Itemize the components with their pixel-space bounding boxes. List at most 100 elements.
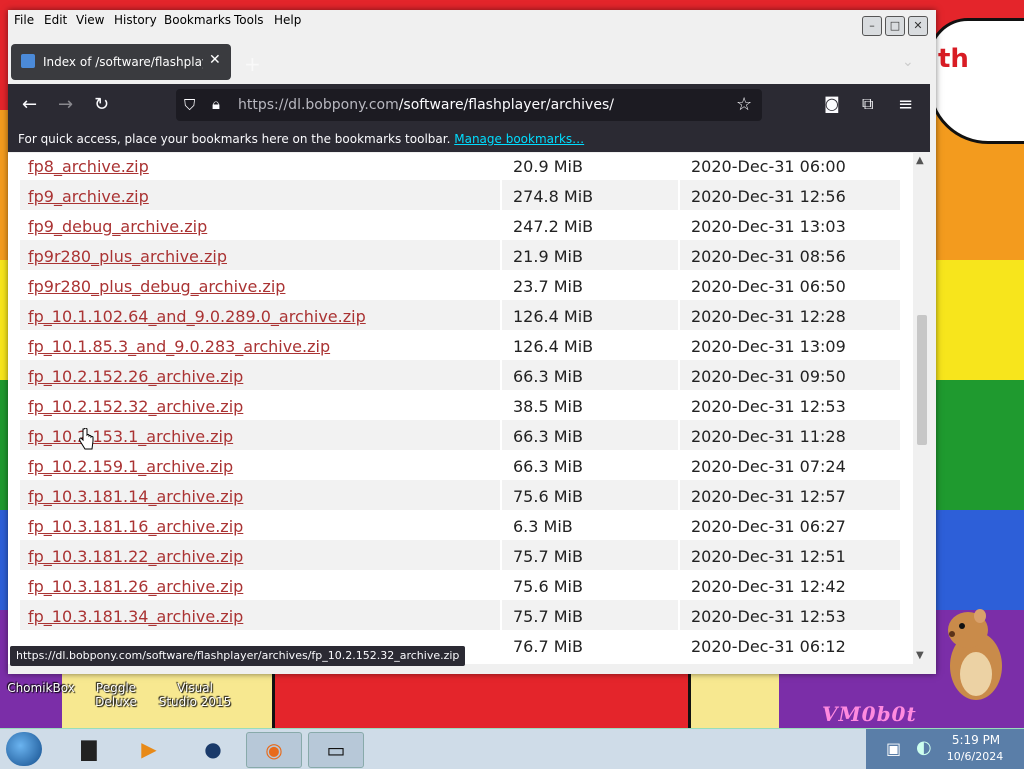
url-text[interactable]: https://dl.bobpony.com/software/flashpla… <box>238 97 614 113</box>
hamburger-menu-icon[interactable]: ≡ <box>898 94 913 115</box>
tray-app-icon[interactable]: ◐ <box>916 737 932 758</box>
url-bar[interactable]: ⛉ 🔒︎ https://dl.bobpony.com/software/fla… <box>176 89 762 121</box>
column-divider <box>678 330 680 360</box>
file-date: 2020-Dec-31 06:12 <box>691 637 846 656</box>
column-divider <box>678 180 680 210</box>
taskbar: ▇ ▶ ● ◉ ▭ ▣ ◐ <box>0 728 1024 769</box>
file-link[interactable]: fp_10.1.85.3_and_9.0.283_archive.zip <box>28 337 330 356</box>
extensions-icon[interactable]: ⧉ <box>862 94 873 114</box>
file-link[interactable]: fp_10.2.152.32_archive.zip <box>28 397 243 416</box>
file-link[interactable]: fp_10.3.181.14_archive.zip <box>28 487 243 506</box>
file-link[interactable]: fp8_archive.zip <box>28 157 149 176</box>
file-size: 126.4 MiB <box>513 337 594 356</box>
reload-icon[interactable]: ↻ <box>94 94 109 115</box>
back-arrow-icon[interactable]: ← <box>22 94 37 115</box>
menu-bar: File Edit View History Bookmarks Tools H… <box>8 10 936 36</box>
file-link[interactable]: fp_10.3.181.16_archive.zip <box>28 517 243 536</box>
taskbar-app-box[interactable]: ▇ <box>62 732 116 766</box>
start-button[interactable] <box>6 732 42 766</box>
column-divider <box>500 153 502 180</box>
column-divider <box>500 180 502 210</box>
menu-file[interactable]: File <box>14 13 34 27</box>
tab-active[interactable]: Index of /software/flashplayer/a ✕ <box>11 44 231 80</box>
clock-date[interactable]: 10/6/2024 <box>944 750 1006 763</box>
file-size: 75.6 MiB <box>513 487 583 506</box>
file-link[interactable]: fp_10.2.152.26_archive.zip <box>28 367 243 386</box>
manage-bookmarks-link[interactable]: Manage bookmarks… <box>454 132 584 146</box>
table-row: fp_10.3.181.14_archive.zip 75.6 MiB 2020-D… <box>20 480 900 510</box>
file-link[interactable]: fp_10.2.153.1_archive.zip <box>28 427 233 446</box>
desktop-icon-chomikbox[interactable]: ChomikBox <box>6 681 76 695</box>
maximize-button[interactable]: □ <box>885 16 905 36</box>
column-divider <box>678 240 680 270</box>
shield-icon[interactable]: ⛉ <box>184 96 195 114</box>
taskbar-app-window[interactable]: ▭ <box>308 732 364 768</box>
menu-bookmarks[interactable]: Bookmarks <box>164 13 231 27</box>
file-date: 2020-Dec-31 12:51 <box>691 547 846 566</box>
star-icon[interactable]: ☆ <box>736 94 752 115</box>
column-divider <box>678 450 680 480</box>
menu-tools[interactable]: Tools <box>234 13 264 27</box>
navigation-toolbar: ← → ↻ ⛉ 🔒︎ https://dl.bobpony.com/softwa… <box>8 84 930 128</box>
close-window-button[interactable]: ✕ <box>908 16 928 36</box>
column-divider <box>678 420 680 450</box>
column-divider <box>500 450 502 480</box>
menu-view[interactable]: View <box>76 13 104 27</box>
lock-icon[interactable]: 🔒︎ <box>212 95 220 113</box>
menu-history[interactable]: History <box>114 13 157 27</box>
table-row: fp_10.3.181.22_archive.zip 75.7 MiB 2020-D… <box>20 540 900 570</box>
taskbar-app-globe[interactable]: ● <box>186 732 240 766</box>
file-link[interactable]: fp_10.3.181.22_archive.zip <box>28 547 243 566</box>
file-size: 66.3 MiB <box>513 427 583 446</box>
file-date: 2020-Dec-31 12:53 <box>691 397 846 416</box>
file-date: 2020-Dec-31 06:27 <box>691 517 846 536</box>
file-link[interactable]: fp_10.3.181.34_archive.zip <box>28 607 243 626</box>
scroll-up-arrow-icon[interactable]: ▲ <box>916 155 924 166</box>
column-divider <box>678 600 680 630</box>
forward-arrow-icon[interactable]: → <box>58 94 73 115</box>
column-divider <box>678 540 680 570</box>
file-date: 2020-Dec-31 13:09 <box>691 337 846 356</box>
file-link[interactable]: fp_10.3.181.26_archive.zip <box>28 577 243 596</box>
taskbar-app-firefox[interactable]: ◉ <box>246 732 302 768</box>
chevron-down-icon[interactable]: ⌄ <box>902 54 914 70</box>
column-divider <box>500 570 502 600</box>
file-link[interactable]: fp_10.2.159.1_archive.zip <box>28 457 233 476</box>
new-tab-button[interactable]: + <box>244 52 261 76</box>
table-row: fp_10.2.152.26_archive.zip 66.3 MiB 2020-D… <box>20 360 900 390</box>
file-link[interactable]: fp9r280_plus_debug_archive.zip <box>28 277 285 296</box>
file-link[interactable]: fp9r280_plus_archive.zip <box>28 247 227 266</box>
file-link[interactable]: fp_10.1.102.64_and_9.0.289.0_archive.zip <box>28 307 366 326</box>
menu-edit[interactable]: Edit <box>44 13 67 27</box>
column-divider <box>500 630 502 660</box>
file-link[interactable]: fp9_debug_archive.zip <box>28 217 207 236</box>
scrollbar-thumb[interactable] <box>917 315 927 445</box>
desktop-icon-visual-studio[interactable]: Visual Studio 2015 <box>158 681 232 709</box>
column-divider <box>500 510 502 540</box>
file-date: 2020-Dec-31 13:03 <box>691 217 846 236</box>
close-tab-icon[interactable]: ✕ <box>209 52 221 68</box>
file-date: 2020-Dec-31 07:24 <box>691 457 846 476</box>
scroll-down-arrow-icon[interactable]: ▼ <box>916 650 924 661</box>
column-divider <box>500 420 502 450</box>
url-path: /software/flashplayer/archives/ <box>398 97 614 113</box>
minimize-button[interactable]: – <box>862 16 882 36</box>
clock-time[interactable]: 5:19 PM <box>948 733 1004 747</box>
bookmarks-toolbar: For quick access, place your bookmarks h… <box>8 128 930 152</box>
menu-help[interactable]: Help <box>274 13 301 27</box>
desktop-icon-peggle[interactable]: Peggle Deluxe <box>78 681 154 709</box>
speech-bubble-text: th <box>938 44 969 74</box>
table-row: fp_10.1.85.3_and_9.0.283_archive.zip 126.… <box>20 330 900 360</box>
file-size: 76.7 MiB <box>513 637 583 656</box>
file-link[interactable]: fp9_archive.zip <box>28 187 149 206</box>
vertical-scrollbar[interactable]: ▲ ▼ <box>913 153 930 664</box>
pocket-icon[interactable]: ◙ <box>824 94 840 113</box>
column-divider <box>500 210 502 240</box>
column-divider <box>500 360 502 390</box>
taskbar-app-media-player[interactable]: ▶ <box>122 732 176 766</box>
network-icon[interactable]: ▣ <box>886 739 901 758</box>
file-size: 75.6 MiB <box>513 577 583 596</box>
bookmarks-hint-text: For quick access, place your bookmarks h… <box>18 132 451 146</box>
file-size: 247.2 MiB <box>513 217 594 236</box>
file-size: 274.8 MiB <box>513 187 594 206</box>
